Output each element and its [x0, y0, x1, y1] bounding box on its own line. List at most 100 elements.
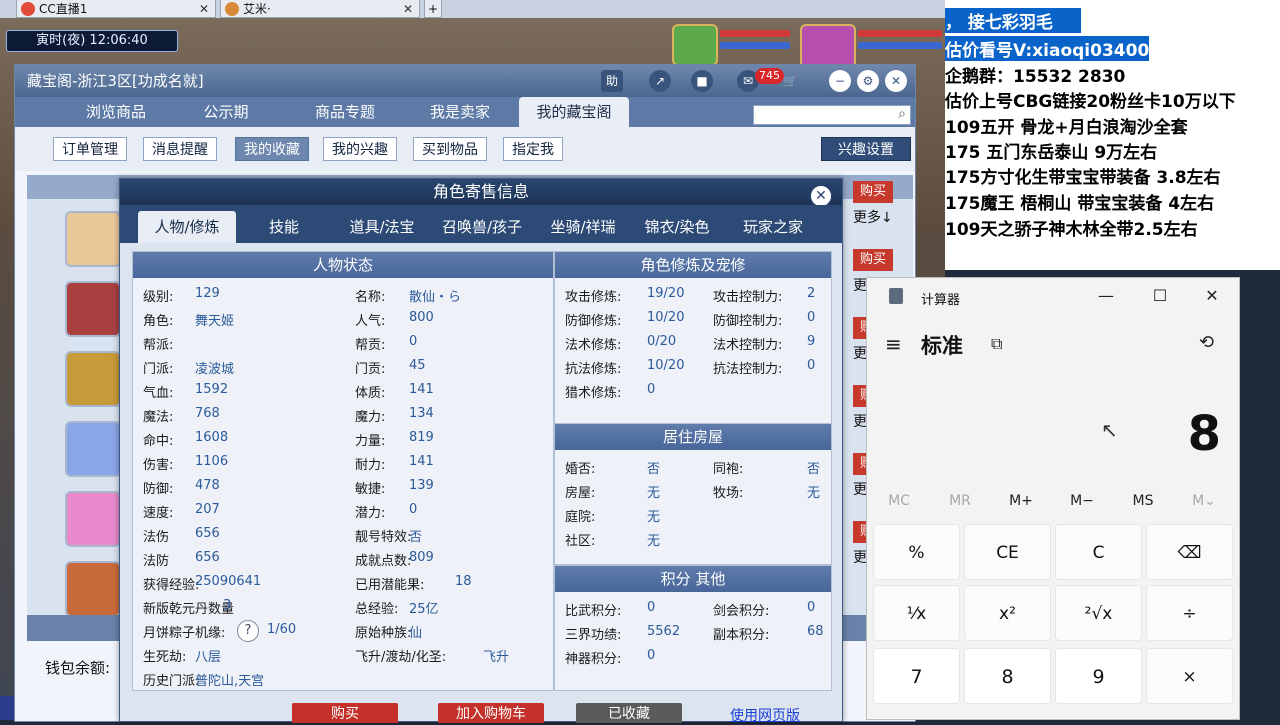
info-value: 68	[807, 624, 824, 639]
status-label: 成就点数:	[355, 554, 412, 569]
subnav-assigned[interactable]: 指定我	[503, 137, 563, 161]
tab-home[interactable]: 玩家之家	[726, 211, 820, 243]
help-button[interactable]: 助	[601, 70, 623, 92]
close-icon[interactable]: ✕	[810, 185, 832, 207]
browser-tab-1[interactable]: CC直播1 ✕	[16, 0, 216, 18]
memory-recall-button[interactable]: MR	[930, 493, 990, 509]
status-value: 1106	[195, 454, 229, 469]
modal-tab-bar: 人物/修炼 技能 道具/法宝 召唤兽/孩子 坐骑/祥瑞 锦衣/染色 玩家之家	[120, 205, 842, 243]
help-icon[interactable]: ?	[237, 620, 259, 642]
digit-9-key[interactable]: 9	[1055, 648, 1142, 704]
square-key[interactable]: x²	[964, 585, 1051, 641]
memory-list-button[interactable]: M⌄	[1174, 493, 1234, 509]
info-label: 神器积分:	[565, 652, 622, 667]
status-label: 级别:	[143, 290, 174, 305]
status-label: 帮贡:	[355, 338, 386, 353]
buy-button[interactable]: 购买	[292, 703, 398, 723]
digit-7-key[interactable]: 7	[873, 648, 960, 704]
record-icon[interactable]: ■	[691, 70, 713, 92]
subnav-bought[interactable]: 买到物品	[413, 137, 487, 161]
tab-items[interactable]: 道具/法宝	[332, 211, 432, 243]
new-tab-button[interactable]: +	[424, 0, 442, 18]
nav-tab-seller[interactable]: 我是卖家	[405, 97, 515, 127]
history-icon[interactable]: ⟲	[1199, 332, 1214, 353]
more-button[interactable]: 更多↓	[853, 207, 893, 229]
nav-tab-browse[interactable]: 浏览商品	[61, 97, 171, 127]
pet-mp-bar	[720, 42, 790, 49]
info-value: 0	[807, 600, 816, 615]
backspace-key[interactable]: ⌫	[1146, 524, 1233, 580]
multiply-key[interactable]: ×	[1146, 648, 1233, 704]
info-value: 无	[647, 510, 661, 525]
maximize-icon[interactable]: ☐	[1145, 284, 1175, 308]
subnav-interests[interactable]: 我的兴趣	[323, 137, 397, 161]
list-item-avatar[interactable]	[65, 421, 121, 477]
panel-title: 积分 其他	[555, 566, 831, 592]
status-label: 速度:	[143, 506, 174, 521]
subnav-orders[interactable]: 订单管理	[53, 137, 127, 161]
digit-8-key[interactable]: 8	[964, 648, 1051, 704]
tab-pets[interactable]: 召唤兽/孩子	[432, 211, 532, 243]
status-value: 207	[195, 502, 220, 517]
divide-key[interactable]: ÷	[1146, 585, 1233, 641]
subnav-favorites[interactable]: 我的收藏	[235, 137, 309, 161]
memory-add-button[interactable]: M+	[991, 493, 1051, 509]
info-label: 攻击修炼:	[565, 290, 622, 305]
list-item-avatar[interactable]	[65, 211, 121, 267]
memory-subtract-button[interactable]: M−	[1052, 493, 1112, 509]
square-root-key[interactable]: ²√x	[1055, 585, 1142, 641]
add-to-cart-button[interactable]: 加入购物车	[438, 703, 544, 723]
reciprocal-key[interactable]: ¹⁄x	[873, 585, 960, 641]
overlay-line: 企鹅群：15532 2830	[945, 67, 1126, 87]
list-item-avatar[interactable]	[65, 351, 121, 407]
browser-tab-2[interactable]: 艾米· ✕	[220, 0, 420, 18]
points-panel: 积分 其他 比武积分: 0 剑会积分: 0 三界功绩: 5562 副本积分: 68 神器积分: 0	[554, 565, 832, 691]
close-icon[interactable]: ✕	[1197, 284, 1227, 308]
menu-icon[interactable]: ≡	[885, 332, 902, 356]
share-icon[interactable]: ↗	[649, 70, 671, 92]
nav-tab-my-cbg[interactable]: 我的藏宝阁	[519, 97, 629, 127]
nav-tab-public[interactable]: 公示期	[171, 97, 281, 127]
memory-store-button[interactable]: MS	[1113, 493, 1173, 509]
nav-tab-topics[interactable]: 商品专题	[285, 97, 405, 127]
player-portrait[interactable]	[800, 24, 856, 68]
memory-clear-button[interactable]: MC	[869, 493, 929, 509]
close-icon[interactable]: ✕	[199, 0, 209, 18]
web-version-link[interactable]: 使用网页版	[730, 705, 800, 725]
pet-portrait[interactable]	[672, 24, 718, 66]
clear-entry-key[interactable]: CE	[964, 524, 1051, 580]
status-label: 伤害:	[143, 458, 174, 473]
status-value: 129	[195, 286, 220, 301]
favorited-button[interactable]: 已收藏	[576, 703, 682, 723]
overlay-line: ， 接七彩羽毛	[945, 8, 1081, 33]
player-hp-bar	[858, 30, 942, 37]
minimize-icon[interactable]: —	[1091, 284, 1121, 308]
status-value: 656	[195, 550, 220, 565]
keep-on-top-icon[interactable]: ⧉	[991, 334, 1002, 354]
list-item-avatar[interactable]	[65, 281, 121, 337]
buy-button[interactable]: 购买	[853, 249, 893, 271]
list-item-avatar[interactable]	[65, 561, 121, 617]
cart-icon[interactable]: 🛒	[779, 70, 801, 92]
close-icon[interactable]: ✕	[885, 70, 907, 92]
gear-icon[interactable]: ⚙	[857, 70, 879, 92]
status-value: 八层	[195, 650, 222, 665]
list-item-avatar[interactable]	[65, 491, 121, 547]
buy-button[interactable]: 购买	[853, 181, 893, 203]
info-value: 无	[647, 534, 661, 549]
clear-key[interactable]: C	[1055, 524, 1142, 580]
subnav-messages[interactable]: 消息提醒	[143, 137, 217, 161]
interest-settings-button[interactable]: 兴趣设置	[821, 137, 911, 161]
tab-mounts[interactable]: 坐骑/祥瑞	[534, 211, 632, 243]
minimize-icon[interactable]: −	[829, 70, 851, 92]
search-input[interactable]: ⌕	[753, 105, 911, 125]
status-label: 防御:	[143, 482, 174, 497]
percent-key[interactable]: %	[873, 524, 960, 580]
search-icon[interactable]: ⌕	[898, 106, 906, 122]
tab-outfits[interactable]: 锦衣/染色	[634, 211, 720, 243]
info-value: 0	[807, 358, 816, 373]
info-value: 0	[647, 600, 656, 615]
close-icon[interactable]: ✕	[403, 0, 413, 18]
tab-skills[interactable]: 技能	[246, 211, 322, 243]
tab-character[interactable]: 人物/修炼	[138, 211, 236, 243]
